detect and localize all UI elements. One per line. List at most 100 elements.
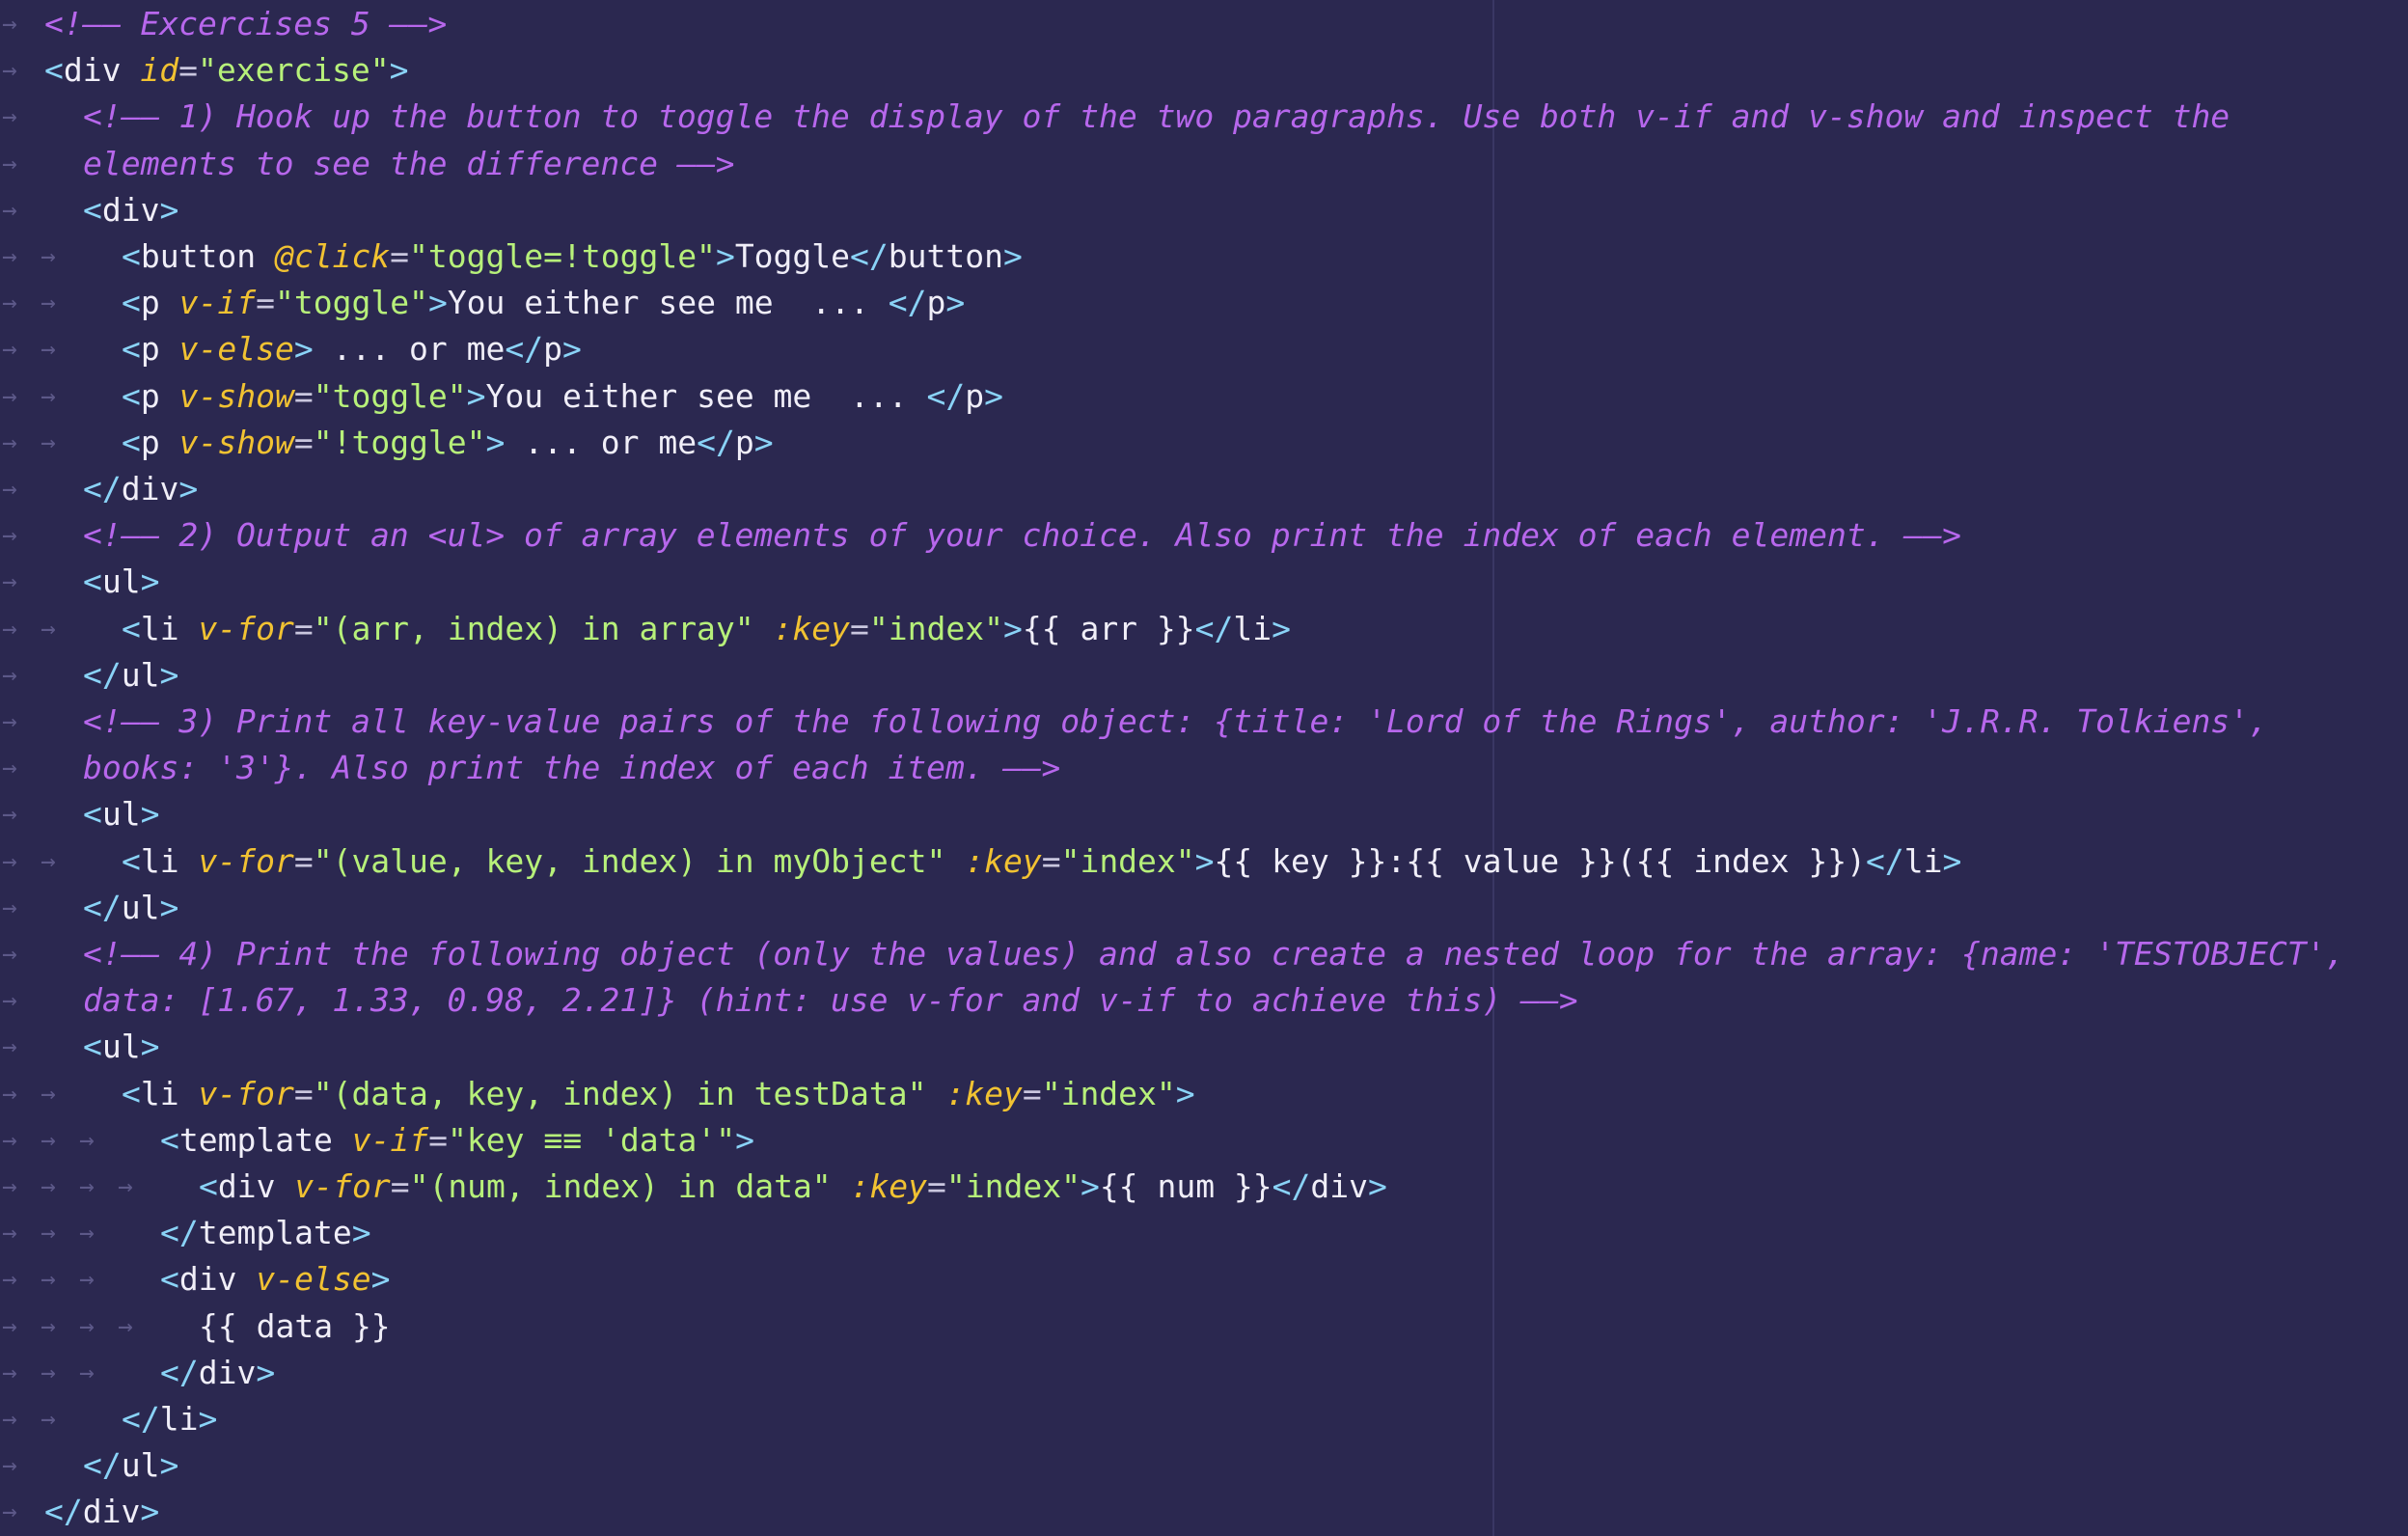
code-line[interactable]: → <!—— 4) Print the following object (onl… (0, 931, 2408, 977)
code-token: </ (122, 1400, 160, 1438)
code-token: :key (850, 1167, 928, 1205)
code-line[interactable]: → <div id="exercise"> (0, 47, 2408, 94)
code-token: "index" (1060, 841, 1195, 880)
code-text: books: '3'}. Also print the index of eac… (83, 745, 1060, 791)
code-line[interactable]: → → → </template> (0, 1210, 2408, 1256)
code-token: v-if (351, 1120, 429, 1159)
code-line[interactable]: → → → <div v-else> (0, 1256, 2408, 1303)
code-token: <!—— 1) Hook up the button to toggle the… (83, 97, 2230, 136)
code-text: <ul> (83, 1024, 160, 1070)
code-line[interactable]: → <!—— 3) Print all key-value pairs of th… (0, 699, 2408, 745)
code-token: < (83, 562, 102, 601)
code-line[interactable]: → <!—— 1) Hook up the button to toggle th… (0, 94, 2408, 140)
code-line[interactable]: → </div> (0, 1489, 2408, 1535)
code-token: < (122, 330, 141, 369)
code-line[interactable]: → → → → {{ data }} (0, 1303, 2408, 1350)
code-line[interactable]: → </ul> (0, 1442, 2408, 1489)
code-text: <li v-for="(data, key, index) in testDat… (122, 1071, 1195, 1117)
code-line[interactable]: → books: '3'}. Also print the index of ea… (0, 745, 2408, 791)
code-token: = (850, 609, 869, 647)
indent-guide-icon: → (79, 1172, 95, 1201)
code-token: elements to see the difference ——> (83, 144, 735, 182)
code-token: = (293, 423, 314, 461)
code-token: < (44, 51, 64, 90)
code-text: </div> (160, 1350, 275, 1396)
code-line[interactable]: → → <button @click="toggle=!toggle">Toggle… (0, 233, 2408, 280)
code-line[interactable]: → <div> (0, 187, 2408, 233)
code-text: <template v-if="key ≡≡ 'data'"> (160, 1117, 754, 1164)
code-token: books: '3'}. Also print the index of eac… (83, 749, 1061, 787)
code-token: > (140, 1493, 160, 1531)
indent-guide-icon: → (2, 521, 17, 551)
code-line[interactable]: → <ul> (0, 1024, 2408, 1070)
code-line[interactable]: → → </li> (0, 1396, 2408, 1442)
code-token: <!—— Excercises 5 ——> (44, 5, 448, 42)
code-token: ... or me (313, 330, 506, 369)
code-token: ul (101, 562, 141, 601)
code-line[interactable]: → → <p v-show="!toggle"> ... or me</p> (0, 420, 2408, 466)
code-token: < (122, 609, 141, 647)
code-token: :key (965, 841, 1042, 880)
code-text: <!—— Excercises 5 ——> (44, 1, 447, 47)
indent-guide-icon: → (41, 381, 56, 411)
code-line[interactable]: → </div> (0, 466, 2408, 512)
code-token: button (140, 237, 275, 275)
code-text: <ul> (83, 791, 160, 837)
code-token: div (121, 470, 179, 507)
indent-guide-icon: → (79, 1265, 95, 1295)
code-token: li (1903, 841, 1943, 880)
code-text: <li v-for="(arr, index) in array" :key="… (122, 606, 1291, 652)
code-token: ul (101, 1028, 141, 1066)
code-token: > (1368, 1167, 1387, 1205)
code-token: = (293, 376, 314, 415)
code-line[interactable]: → → <p v-show="toggle">You either see me .… (0, 373, 2408, 420)
code-line[interactable]: → <ul> (0, 791, 2408, 837)
indent-guide-icon: → (2, 1125, 17, 1155)
code-token: > (256, 1353, 276, 1391)
code-token: p (140, 423, 179, 461)
code-token: > (140, 1028, 160, 1066)
indent-guide-icon: → (2, 800, 17, 830)
code-line[interactable]: → → <li v-for="(data, key, index) in testD… (0, 1071, 2408, 1117)
code-token: "toggle=!toggle" (409, 237, 716, 275)
code-token: > (735, 1120, 754, 1159)
code-text: <!—— 3) Print all key-value pairs of the… (83, 699, 2268, 745)
indent-guide-icon: → (79, 1125, 95, 1155)
code-text: <ul> (83, 559, 160, 605)
code-line[interactable]: → data: [1.67, 1.33, 0.98, 2.21]} (hint: … (0, 977, 2408, 1024)
code-line[interactable]: → → → </div> (0, 1350, 2408, 1396)
code-token: < (122, 237, 141, 275)
code-text: data: [1.67, 1.33, 0.98, 2.21]} (hint: u… (83, 977, 1578, 1024)
code-line[interactable]: → → <p v-else> ... or me</p> (0, 326, 2408, 372)
code-line[interactable]: → → → → <div v-for="(num, index) in data" :k… (0, 1164, 2408, 1210)
code-token: > (427, 284, 448, 322)
code-token: < (122, 841, 141, 880)
code-line[interactable]: → </ul> (0, 652, 2408, 699)
indent-guide-icon: → (2, 242, 17, 271)
code-token: </ (83, 888, 122, 926)
code-token: button (888, 237, 1003, 275)
code-line[interactable]: → → <p v-if="toggle">You either see me ...… (0, 280, 2408, 326)
indent-guide-icon: → (41, 1172, 56, 1201)
code-token: "toggle" (313, 376, 467, 415)
code-line[interactable]: → <!—— 2) Output an <ul> of array element… (0, 512, 2408, 559)
code-line[interactable]: → </ul> (0, 885, 2408, 931)
code-token: < (122, 284, 141, 322)
code-line[interactable]: → <ul> (0, 559, 2408, 605)
code-token: </ (83, 470, 122, 507)
code-token: > (1272, 609, 1292, 647)
code-editor[interactable]: → <!—— Excercises 5 ——> → <div id="exercise… (0, 0, 2408, 1536)
code-token: </ (505, 330, 544, 369)
code-token: = (178, 51, 198, 90)
code-line[interactable]: → elements to see the difference ——> (0, 141, 2408, 187)
indent-guide-icon: → (41, 1079, 56, 1109)
code-token: > (293, 330, 314, 369)
code-token: :key (945, 1074, 1023, 1112)
code-line[interactable]: → → <li v-for="(arr, index) in array" :key… (0, 606, 2408, 652)
code-line[interactable]: → → → <template v-if="key ≡≡ 'data'"> (0, 1117, 2408, 1164)
code-line[interactable]: → → <li v-for="(value, key, index) in myOb… (0, 838, 2408, 885)
code-line[interactable]: → <!—— Excercises 5 ——> (0, 1, 2408, 47)
code-text: </div> (83, 466, 198, 512)
indent-guide-icon: → (41, 1405, 56, 1434)
code-token: div (178, 1260, 257, 1299)
